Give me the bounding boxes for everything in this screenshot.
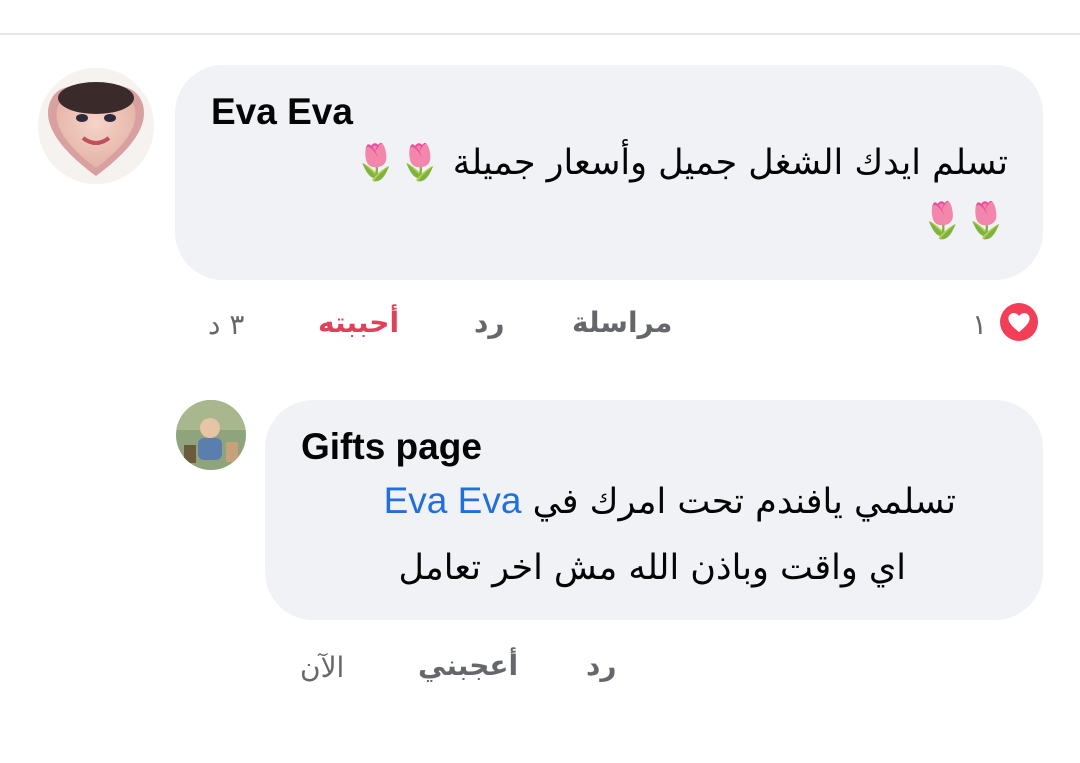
reply-button[interactable]: رد: [586, 649, 617, 682]
reaction-count[interactable]: ١: [972, 308, 987, 341]
liked-button[interactable]: أحببته: [318, 306, 399, 339]
comment-timestamp[interactable]: الآن: [300, 651, 344, 684]
avatar-image: [38, 68, 154, 184]
mention-link[interactable]: Eva Eva: [384, 480, 522, 521]
comment-text-line: تسلم ايدك الشغل جميل وأسعار جميلة: [452, 143, 1008, 183]
comment-author[interactable]: Gifts page: [301, 426, 482, 468]
reply-button[interactable]: رد: [474, 306, 505, 339]
avatar-eva[interactable]: [38, 68, 154, 184]
avatar-gifts-page[interactable]: [176, 400, 246, 470]
message-button[interactable]: مراسلة: [572, 306, 672, 339]
top-divider: [0, 33, 1080, 35]
comment-text-emoji-line: 🌷🌷: [920, 201, 1008, 241]
tulip-emoji: 🌷🌷: [354, 143, 442, 183]
avatar-image: [176, 400, 246, 470]
love-reaction-icon[interactable]: [996, 299, 1042, 345]
comment-author[interactable]: Eva Eva: [211, 91, 353, 133]
like-button[interactable]: أعجبني: [418, 649, 518, 682]
comment-text-line: تسلمي يافندم تحت امرك في: [532, 482, 956, 522]
comment-text-line: اي واقت وباذن الله مش اخر تعامل: [398, 548, 906, 588]
comment-timestamp[interactable]: ٣ د: [208, 308, 244, 341]
comment-text: تسلمي يافندم تحت امرك في Eva Eva: [384, 480, 956, 522]
comment-text: تسلم ايدك الشغل جميل وأسعار جميلة 🌷🌷: [354, 142, 1008, 183]
